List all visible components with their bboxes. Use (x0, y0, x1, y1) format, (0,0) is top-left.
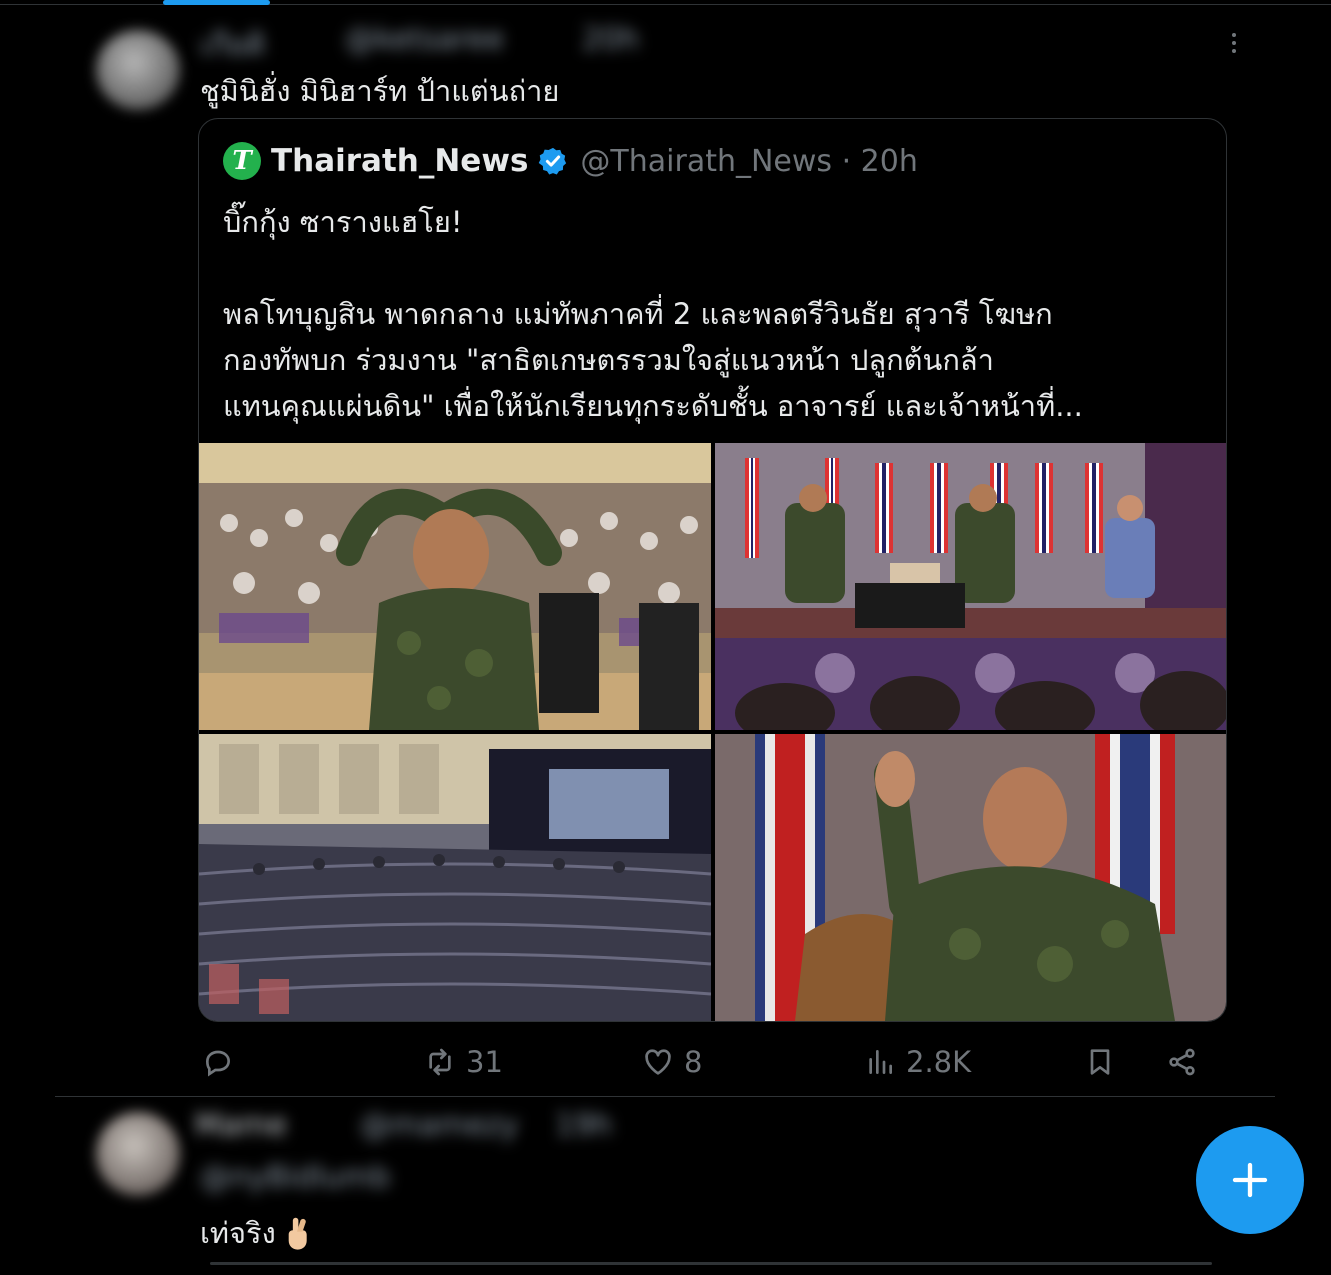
retweet-icon (429, 1048, 451, 1076)
views-count: 2.8K (906, 1045, 972, 1079)
reply-author-handle[interactable]: @mamezy (360, 1108, 519, 1143)
more-options-button[interactable] (1222, 28, 1246, 58)
like-button[interactable]: 8 (642, 1040, 702, 1084)
active-tab-indicator (163, 0, 270, 5)
heart-icon (645, 1049, 671, 1075)
like-count: 8 (684, 1045, 703, 1079)
views-button[interactable]: 2.8K (864, 1040, 971, 1084)
plus-icon (1232, 1162, 1268, 1198)
share-icon (1169, 1048, 1195, 1076)
avatar[interactable] (96, 30, 180, 110)
bottom-edge-line (210, 1262, 1212, 1265)
media-grid (199, 443, 1226, 1021)
action-bar: 31 8 2.8K (0, 1040, 1331, 1084)
quoted-author-handle-time[interactable]: @Thairath_News · 20h (580, 144, 917, 179)
author-handle[interactable]: @ketsaree (345, 22, 504, 57)
bookmark-icon (1090, 1049, 1110, 1075)
photo-stage-panel[interactable] (715, 443, 1226, 730)
bookmark-button[interactable] (1084, 1040, 1116, 1084)
replying-to[interactable]: @nyBidlumb (200, 1160, 390, 1195)
quoted-author-name[interactable]: Thairath_News (271, 143, 528, 179)
compose-button[interactable] (1196, 1126, 1304, 1234)
photo-auditorium[interactable] (199, 734, 711, 1021)
photo-heart-gesture[interactable] (199, 443, 711, 730)
retweet-count: 31 (466, 1045, 503, 1079)
photo-mini-heart[interactable] (715, 734, 1226, 1021)
retweet-button[interactable]: 31 (424, 1040, 503, 1084)
reply-time[interactable]: 19h (555, 1108, 612, 1143)
views-icon (869, 1050, 892, 1074)
thairath-logo-icon[interactable]: T (223, 142, 261, 180)
reply-button[interactable] (202, 1040, 244, 1084)
post-divider (55, 1096, 1275, 1097)
quoted-tweet-text: บิ๊กกุ้ง ซารางแฮโย! พลโทบุญสิน พาดกลาง แ… (223, 199, 1213, 429)
post-time[interactable]: 20h (582, 22, 639, 57)
quoted-tweet-card[interactable]: T Thairath_News @Thairath_News · 20h บิ๊… (198, 118, 1227, 1022)
crossed-fingers-emoji-icon (288, 1217, 307, 1250)
reply-author-name[interactable]: Mame (195, 1108, 287, 1143)
post-text: ชูมินิฮั่ง มินิฮาร์ท ป้าแต่นถ่าย (200, 74, 560, 108)
reply-text-content: เท่จริง (200, 1216, 276, 1250)
avatar[interactable] (96, 1112, 180, 1196)
quoted-text-line: แทนคุณแผ่นดิน" เพื่อให้นักเรียนทุกระดับช… (223, 389, 1083, 423)
share-button[interactable] (1166, 1040, 1198, 1084)
quoted-text-line: กองทัพบก ร่วมงาน "สาธิตเกษตรรวมใจสู่แนวห… (223, 343, 994, 377)
more-icon (1232, 33, 1236, 37)
author-name[interactable]: เกียติ (200, 22, 265, 69)
verified-badge-icon (539, 147, 567, 175)
quoted-text-line: บิ๊กกุ้ง ซารางแฮโย! (223, 205, 463, 239)
quoted-tweet-header: T Thairath_News @Thairath_News · 20h (223, 141, 918, 181)
quoted-text-line: พลโทบุญสิน พาดกลาง แม่ทัพภาคที่ 2 และพลต… (223, 297, 1053, 331)
reply-text: เท่จริง (200, 1210, 312, 1256)
reply-icon (205, 1050, 231, 1077)
